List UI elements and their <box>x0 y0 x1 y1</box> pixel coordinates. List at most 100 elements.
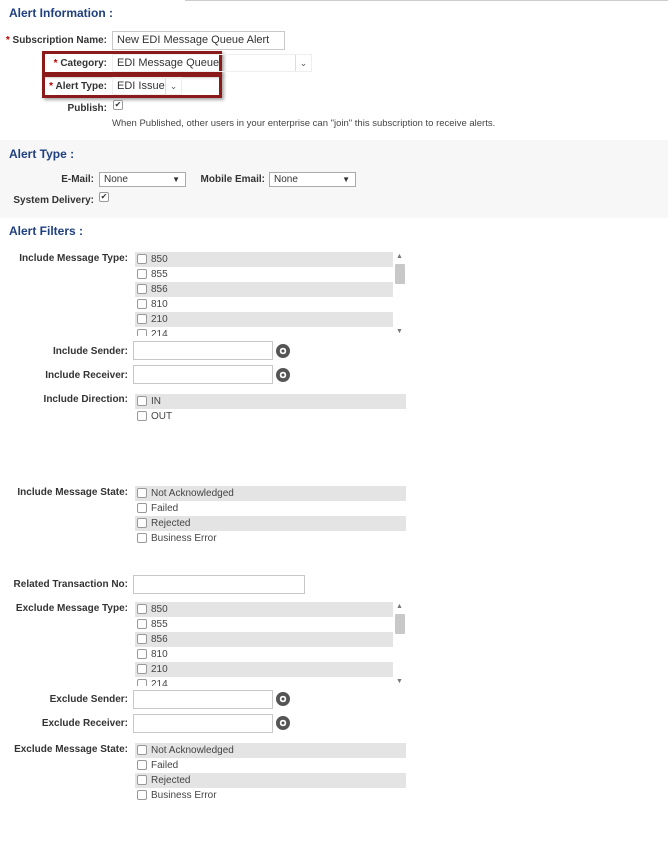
scroll-down-icon[interactable]: ▼ <box>396 328 403 335</box>
category-select[interactable]: EDI Message Queue ⌄ <box>112 54 312 72</box>
scroll-down-icon[interactable]: ▼ <box>396 678 403 685</box>
list-item[interactable]: 850 <box>135 252 393 267</box>
item-label: 850 <box>151 254 168 265</box>
item-checkbox[interactable] <box>137 269 147 280</box>
item-checkbox[interactable] <box>137 488 147 499</box>
list-item[interactable]: 210 <box>135 312 393 327</box>
item-label: 810 <box>151 649 168 660</box>
list-item[interactable]: 214 <box>135 327 393 336</box>
related-transaction-input[interactable] <box>133 575 305 594</box>
exclude-receiver-input[interactable] <box>133 714 273 733</box>
item-label: 210 <box>151 664 168 675</box>
search-icon[interactable] <box>276 716 290 730</box>
list-item[interactable]: 855 <box>135 267 393 282</box>
dropdown-arrow-icon: ▼ <box>342 175 350 184</box>
scroll-up-icon[interactable]: ▲ <box>396 253 403 260</box>
scrollbar[interactable]: ▲ ▼ <box>393 252 406 336</box>
item-checkbox[interactable] <box>137 790 147 801</box>
item-label: 855 <box>151 269 168 280</box>
scrollbar[interactable]: ▲ ▼ <box>393 602 406 686</box>
item-label: Failed <box>151 503 179 514</box>
list-item[interactable]: 810 <box>135 647 393 662</box>
alert-type-heading: Alert Type : <box>9 147 75 161</box>
list-item[interactable]: Business Error <box>135 788 406 803</box>
alert-filters-heading: Alert Filters : <box>9 224 84 238</box>
item-checkbox[interactable] <box>137 634 147 645</box>
search-icon[interactable] <box>276 368 290 382</box>
alert-type-select[interactable]: EDI Issue ⌄ <box>112 77 182 95</box>
alert-information-heading: Alert Information : <box>9 6 113 20</box>
include-message-type-label: Include Message Type: <box>19 253 128 264</box>
exclude-message-type-list[interactable]: 850 855 856 810 210 214 ▲ ▼ <box>135 602 406 686</box>
item-label: IN <box>151 396 161 407</box>
scrollbar-thumb[interactable] <box>395 614 405 634</box>
item-checkbox[interactable] <box>137 254 147 265</box>
list-item[interactable]: Not Acknowledged <box>135 743 406 758</box>
include-receiver-label: Include Receiver: <box>45 370 128 381</box>
list-item[interactable]: 214 <box>135 677 393 686</box>
list-item[interactable]: Business Error <box>135 531 406 546</box>
list-item[interactable]: IN <box>135 394 406 409</box>
list-item[interactable]: Rejected <box>135 516 406 531</box>
top-divider <box>185 0 668 1</box>
subscription-name-label: * Subscription Name: <box>5 35 107 46</box>
include-message-state-list[interactable]: Not Acknowledged Failed Rejected Business E… <box>135 486 406 546</box>
item-checkbox[interactable] <box>137 679 147 686</box>
subscription-name-input[interactable]: New EDI Message Queue Alert <box>112 31 285 50</box>
item-checkbox[interactable] <box>137 760 147 771</box>
item-label: Business Error <box>151 533 217 544</box>
list-item[interactable]: 856 <box>135 632 393 647</box>
include-direction-list[interactable]: IN OUT <box>135 394 406 424</box>
scroll-up-icon[interactable]: ▲ <box>396 603 403 610</box>
list-item[interactable]: 850 <box>135 602 393 617</box>
scrollbar-thumb[interactable] <box>395 264 405 284</box>
list-item[interactable]: Failed <box>135 501 406 516</box>
publish-label: Publish: <box>67 103 107 114</box>
include-sender-input[interactable] <box>133 341 273 360</box>
item-checkbox[interactable] <box>137 619 147 630</box>
item-checkbox[interactable] <box>137 533 147 544</box>
include-receiver-input[interactable] <box>133 365 273 384</box>
list-item[interactable]: 855 <box>135 617 393 632</box>
system-delivery-checkbox[interactable]: ✔ <box>99 192 109 202</box>
publish-checkbox[interactable]: ✔ <box>113 100 123 110</box>
list-item[interactable]: 856 <box>135 282 393 297</box>
search-icon[interactable] <box>276 692 290 706</box>
exclude-message-type-label: Exclude Message Type: <box>15 603 128 614</box>
item-label: 850 <box>151 604 168 615</box>
mobile-email-select[interactable]: None ▼ <box>269 172 356 187</box>
search-icon[interactable] <box>276 344 290 358</box>
item-checkbox[interactable] <box>137 503 147 514</box>
category-label: * Category: <box>53 58 107 69</box>
item-label: 214 <box>151 329 168 336</box>
item-checkbox[interactable] <box>137 299 147 310</box>
item-checkbox[interactable] <box>137 396 147 407</box>
item-checkbox[interactable] <box>137 329 147 336</box>
item-checkbox[interactable] <box>137 604 147 615</box>
list-item[interactable]: 210 <box>135 662 393 677</box>
item-label: 856 <box>151 634 168 645</box>
include-message-type-list[interactable]: 850 855 856 810 210 214 ▲ ▼ <box>135 252 406 336</box>
item-checkbox[interactable] <box>137 518 147 529</box>
item-label: Business Error <box>151 790 217 801</box>
exclude-message-state-list[interactable]: Not Acknowledged Failed Rejected Business E… <box>135 743 406 803</box>
item-checkbox[interactable] <box>137 649 147 660</box>
list-item[interactable]: Rejected <box>135 773 406 788</box>
item-checkbox[interactable] <box>137 664 147 675</box>
item-checkbox[interactable] <box>137 314 147 325</box>
email-select[interactable]: None ▼ <box>99 172 186 187</box>
item-checkbox[interactable] <box>137 745 147 756</box>
list-item[interactable]: Not Acknowledged <box>135 486 406 501</box>
item-label: Not Acknowledged <box>151 745 234 756</box>
mobile-email-label: Mobile Email: <box>200 174 265 185</box>
list-item[interactable]: OUT <box>135 409 406 424</box>
item-checkbox[interactable] <box>137 411 147 422</box>
list-item[interactable]: Failed <box>135 758 406 773</box>
alert-type-label: * Alert Type: <box>49 81 107 92</box>
list-item[interactable]: 810 <box>135 297 393 312</box>
item-label: 210 <box>151 314 168 325</box>
exclude-sender-input[interactable] <box>133 690 273 709</box>
item-checkbox[interactable] <box>137 775 147 786</box>
exclude-message-state-label: Exclude Message State: <box>14 744 128 755</box>
item-checkbox[interactable] <box>137 284 147 295</box>
